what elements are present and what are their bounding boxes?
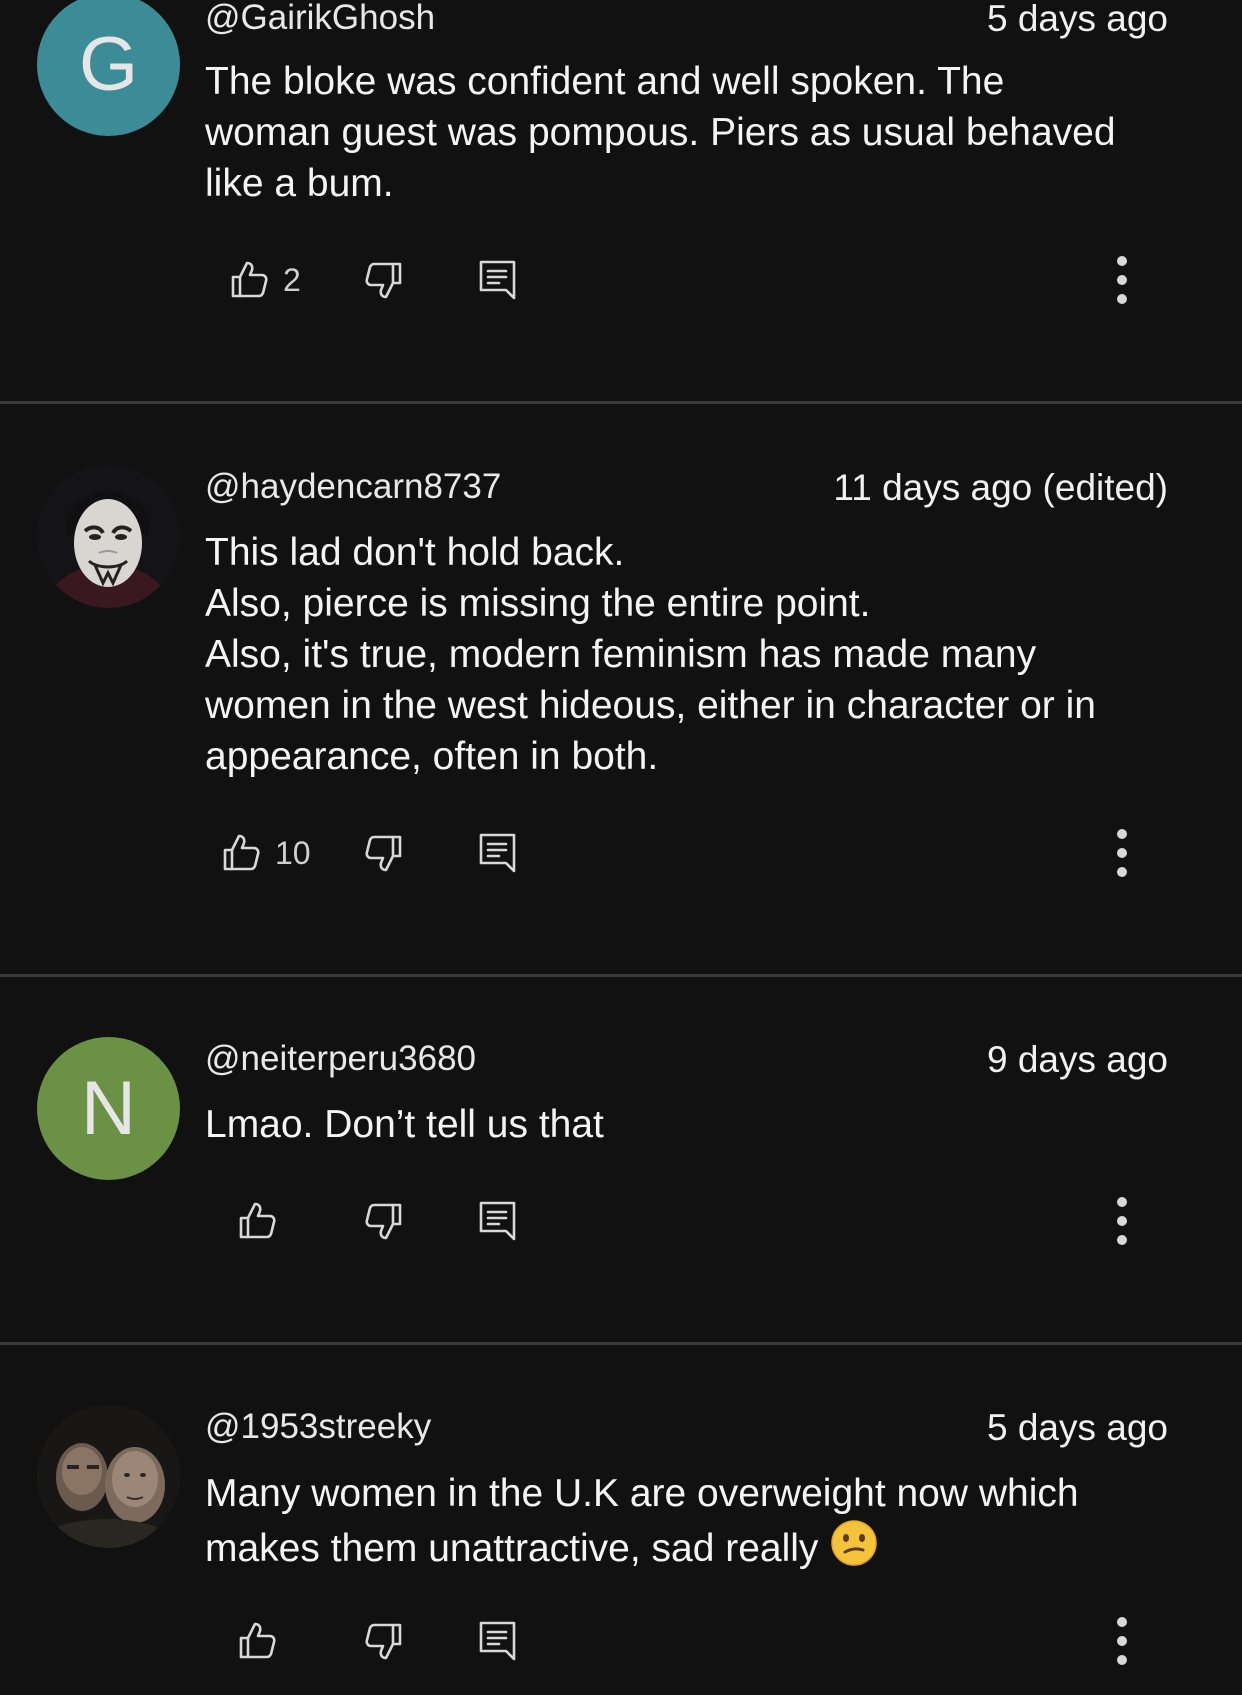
dislike-button[interactable] — [364, 823, 404, 883]
reply-button[interactable] — [478, 1191, 518, 1251]
comment-divider — [0, 974, 1242, 977]
more-options-button[interactable] — [1108, 250, 1136, 310]
reply-comment-icon — [479, 833, 516, 873]
thumb-down-icon — [365, 262, 402, 299]
confused-face-icon — [830, 1519, 878, 1580]
avatar[interactable] — [37, 465, 180, 608]
comment-divider — [0, 1342, 1242, 1345]
profile-photo-mask — [37, 465, 180, 608]
more-options-button[interactable] — [1108, 1611, 1136, 1671]
comment-text-line: Lmao. Don’t tell us that — [205, 1103, 604, 1146]
comment-author[interactable]: @neiterperu3680 — [205, 1039, 476, 1079]
avatar-letter: G — [78, 22, 139, 107]
dislike-button[interactable] — [364, 250, 404, 310]
comment-text-line: makes them unattractive, sad really — [205, 1519, 1195, 1580]
comment-timestamp: 5 days ago — [986, 1407, 1168, 1448]
comment-text: Lmao. Don’t tell us that — [205, 1099, 1195, 1150]
comment-text: Many women in the U.K are overweight now… — [205, 1468, 1195, 1580]
comment-text-line: The bloke was confident and well spoken.… — [205, 60, 1005, 103]
dislike-button[interactable] — [364, 1191, 404, 1251]
dislike-button[interactable] — [364, 1611, 404, 1671]
comment-text-line: appearance, often in both. — [205, 735, 659, 778]
comment-author[interactable]: @haydencarn8737 — [205, 467, 501, 507]
comment-timestamp: 9 days ago — [986, 1039, 1168, 1080]
comment-text-line: Many women in the U.K are overweight now… — [205, 1472, 1079, 1515]
avatar[interactable]: N — [37, 1037, 180, 1180]
like-button[interactable]: 10 — [221, 823, 311, 883]
reply-button[interactable] — [478, 1611, 518, 1671]
like-button[interactable]: 2 — [229, 250, 301, 310]
thumb-up-icon — [239, 1202, 276, 1239]
comment-text: This lad don't hold back. Also, pierce i… — [205, 527, 1195, 782]
like-count: 10 — [275, 834, 311, 871]
reply-button[interactable] — [478, 823, 518, 883]
comment-divider — [0, 401, 1242, 404]
comment-text-line: woman guest was pompous. Piers as usual … — [205, 111, 1116, 154]
more-vertical-icon — [1117, 256, 1127, 304]
reply-comment-icon — [479, 1621, 516, 1661]
comment-text-line: Also, pierce is missing the entire point… — [205, 582, 871, 625]
thumb-down-icon — [365, 1623, 402, 1660]
reply-comment-icon — [479, 1201, 516, 1241]
comment-text-line: Also, it's true, modern feminism has mad… — [205, 633, 1037, 676]
thumb-up-icon — [223, 834, 260, 871]
comment-text-line: This lad don't hold back. — [205, 531, 625, 574]
comment-text-line: women in the west hideous, either in cha… — [205, 684, 1096, 727]
comment-author[interactable]: @GairikGhosh — [205, 0, 435, 38]
more-options-button[interactable] — [1108, 823, 1136, 883]
thumb-up-icon — [231, 261, 268, 298]
reply-comment-icon — [479, 260, 516, 300]
like-button[interactable] — [237, 1611, 291, 1671]
avatar[interactable]: G — [37, 0, 180, 136]
like-count: 2 — [283, 261, 301, 298]
more-vertical-icon — [1117, 829, 1127, 877]
like-button[interactable] — [237, 1191, 291, 1251]
profile-photo-people — [37, 1405, 180, 1548]
comment-timestamp: 11 days ago (edited) — [833, 467, 1168, 508]
more-options-button[interactable] — [1108, 1191, 1136, 1251]
thumb-up-icon — [239, 1622, 276, 1659]
comment-actions — [0, 1191, 1242, 1251]
avatar[interactable] — [37, 1405, 180, 1548]
reply-button[interactable] — [478, 250, 518, 310]
comment-actions — [0, 1611, 1242, 1671]
avatar-letter: N — [81, 1066, 136, 1151]
comment-timestamp: 5 days ago — [986, 0, 1168, 39]
comment-actions: 2 — [0, 250, 1242, 310]
thumb-down-icon — [365, 1203, 402, 1240]
thumb-down-icon — [365, 835, 402, 872]
comment-author[interactable]: @1953streeky — [205, 1407, 431, 1447]
comment-text-line-content: makes them unattractive, sad really — [205, 1527, 819, 1570]
comment-actions: 10 — [0, 823, 1242, 883]
comment-text-line: like a bum. — [205, 162, 394, 205]
more-vertical-icon — [1117, 1617, 1127, 1665]
more-vertical-icon — [1117, 1197, 1127, 1245]
comment-text: The bloke was confident and well spoken.… — [205, 56, 1195, 209]
